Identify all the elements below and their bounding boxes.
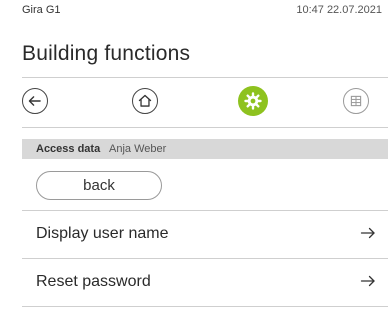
breadcrumb-label: Access data bbox=[36, 143, 101, 155]
back-button[interactable]: back bbox=[36, 171, 162, 200]
list-item-display-user-name[interactable]: Display user name bbox=[22, 211, 388, 258]
page-title: Building functions bbox=[22, 42, 191, 65]
nav-home-button[interactable] bbox=[132, 88, 158, 114]
screen: Gira G1 10:47 22.07.2021 Building functi… bbox=[0, 0, 388, 332]
arrow-right-icon bbox=[360, 275, 375, 287]
arrow-left-icon bbox=[28, 96, 41, 106]
nav-bar bbox=[0, 78, 388, 122]
breadcrumb: Access data Anja Weber bbox=[22, 139, 388, 159]
gear-icon bbox=[244, 92, 262, 110]
device-name: Gira G1 bbox=[22, 4, 61, 16]
list-item-reset-password[interactable]: Reset password bbox=[22, 259, 388, 306]
list-item-label: Display user name bbox=[36, 225, 169, 242]
grid-icon bbox=[350, 95, 362, 107]
nav-back-button[interactable] bbox=[22, 88, 48, 114]
status-bar: Gira G1 10:47 22.07.2021 bbox=[0, 0, 388, 20]
arrow-right-icon bbox=[360, 227, 375, 239]
home-icon bbox=[138, 94, 152, 107]
list-divider bbox=[22, 306, 388, 307]
nav-settings-button[interactable] bbox=[238, 86, 268, 116]
status-datetime: 10:47 22.07.2021 bbox=[296, 4, 382, 16]
nav-divider bbox=[22, 127, 388, 128]
breadcrumb-user: Anja Weber bbox=[109, 143, 167, 155]
nav-grid-button[interactable] bbox=[343, 88, 369, 114]
list-item-label: Reset password bbox=[36, 273, 151, 290]
